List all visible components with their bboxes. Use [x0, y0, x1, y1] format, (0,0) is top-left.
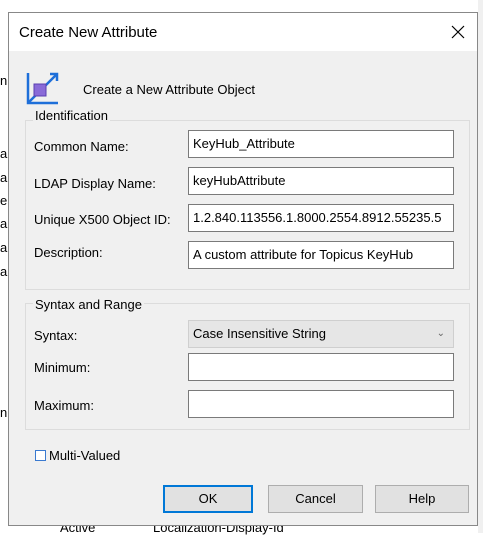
header-text: Create a New Attribute Object — [83, 82, 255, 97]
multi-valued-checkbox[interactable] — [35, 450, 46, 461]
background-text: e — [0, 193, 8, 208]
oid-field[interactable]: 1.2.840.113556.1.8000.2554.8912.55235.5 — [188, 204, 454, 232]
background-text: a — [0, 264, 8, 279]
ldap-display-name-label: LDAP Display Name: — [34, 176, 156, 191]
cancel-button[interactable]: Cancel — [268, 485, 363, 513]
create-attribute-dialog: Create New Attribute Create a New Attrib… — [8, 12, 478, 526]
description-label: Description: — [34, 245, 103, 260]
title-bar: Create New Attribute — [9, 13, 477, 51]
background-text: a — [0, 146, 8, 161]
background-text: a — [0, 170, 8, 185]
ldap-display-name-field[interactable]: keyHubAttribute — [188, 167, 454, 195]
minimum-field[interactable] — [188, 353, 454, 381]
background-text: a — [0, 216, 8, 231]
description-field[interactable]: A custom attribute for Topicus KeyHub — [188, 241, 454, 269]
close-icon — [451, 25, 465, 39]
dialog-title: Create New Attribute — [19, 24, 158, 41]
syntax-dropdown[interactable]: Case Insensitive String ⌄ — [188, 320, 454, 348]
syntax-label: Syntax: — [34, 328, 78, 343]
background-text: n — [0, 405, 8, 420]
minimum-label: Minimum: — [34, 360, 91, 375]
help-button[interactable]: Help — [375, 485, 469, 513]
common-name-field[interactable]: KeyHub_Attribute — [188, 130, 454, 158]
chevron-down-icon: ⌄ — [436, 328, 445, 339]
ok-button[interactable]: OK — [163, 485, 253, 513]
syntax-range-label: Syntax and Range — [33, 297, 144, 312]
maximum-field[interactable] — [188, 390, 454, 418]
identification-label: Identification — [33, 108, 110, 123]
syntax-value: Case Insensitive String — [193, 326, 326, 341]
oid-label: Unique X500 Object ID: — [34, 212, 171, 227]
background-text: a — [0, 240, 8, 255]
multi-valued-label[interactable]: Multi-Valued — [49, 448, 120, 463]
background-edge — [478, 0, 483, 533]
close-button[interactable] — [447, 21, 469, 43]
background-text: n — [0, 73, 8, 88]
maximum-label: Maximum: — [34, 398, 94, 413]
attribute-object-icon — [26, 72, 59, 105]
common-name-label: Common Name: — [34, 139, 129, 154]
